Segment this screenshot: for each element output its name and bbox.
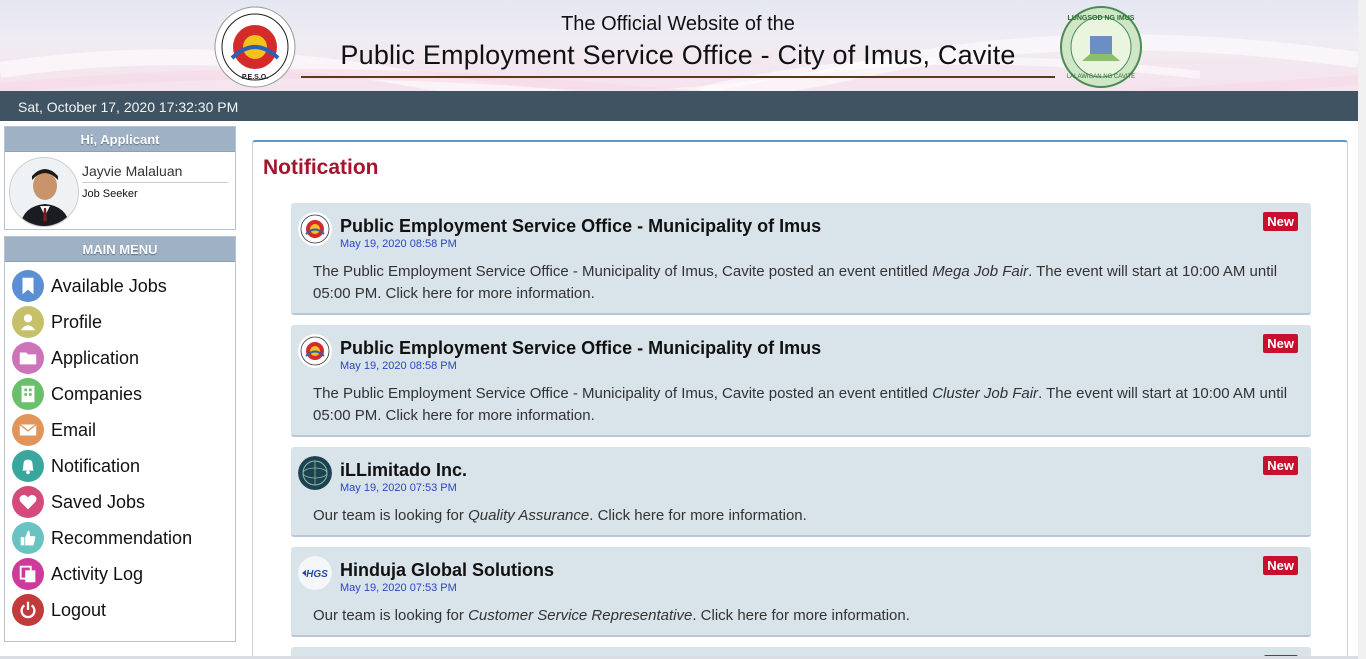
notification-message[interactable]: Our team is looking for Customer Service… <box>313 605 1303 627</box>
new-badge: New <box>1263 456 1298 475</box>
main-menu-panel: MAIN MENU Available Jobs Profile Applica… <box>4 236 236 642</box>
notification-date: May 19, 2020 07:53 PM <box>340 582 457 594</box>
notification-message[interactable]: The Public Employment Service Office - M… <box>313 261 1303 305</box>
main-menu-heading: MAIN MENU <box>5 237 235 262</box>
copy-icon <box>12 558 44 590</box>
new-badge: New <box>1263 212 1298 231</box>
datetime-bar: Sat, October 17, 2020 17:32:30 PM <box>0 91 1358 121</box>
thumbs-up-icon <box>12 522 44 554</box>
menu-item-label: Recommendation <box>51 527 193 548</box>
notification-sender: iLLimitado Inc. <box>340 460 468 480</box>
message-text: The Public Employment Service Office - M… <box>313 263 933 280</box>
user-panel: Hi, Applicant Jayvie Malaluan Job Seeker <box>4 126 236 230</box>
menu-item-activity-log[interactable]: Activity Log <box>5 556 235 592</box>
menu-item-label: Notification <box>51 455 141 476</box>
menu-item-profile[interactable]: Profile <box>5 304 235 340</box>
header-underline <box>301 76 1055 78</box>
menu-item-available-jobs[interactable]: Available Jobs <box>5 268 235 304</box>
job-title: Quality Assurance <box>468 507 590 524</box>
notification-date: May 19, 2020 07:53 PM <box>340 482 457 494</box>
menu-item-application[interactable]: Application <box>5 340 235 376</box>
page-title: Notification <box>263 156 379 179</box>
peso-seal-logo: P.E.S.O. <box>214 6 296 88</box>
illimitado-logo-icon <box>298 456 332 490</box>
notification-date: May 19, 2020 08:58 PM <box>340 238 457 250</box>
menu-item-label: Available Jobs <box>51 275 167 296</box>
menu-item-label: Email <box>51 419 97 440</box>
menu-item-label: Profile <box>51 311 103 332</box>
notification-item[interactable]: iLLimitado Inc. May 19, 2020 07:53 PM Ou… <box>291 447 1311 537</box>
event-title: Mega Job Fair <box>932 263 1029 280</box>
message-text: . Click here for more information. <box>589 507 807 524</box>
menu-item-label: Application <box>51 347 140 368</box>
lungsod-ng-imus-seal-logo: LUNGSOD NG IMUS LALAWIGAN NG CAVITE <box>1060 6 1142 88</box>
heart-icon <box>12 486 44 518</box>
peso-logo-icon <box>298 212 332 246</box>
menu-item-label: Activity Log <box>51 563 144 584</box>
notification-sender: Hinduja Global Solutions <box>340 560 554 580</box>
menu-item-companies[interactable]: Companies <box>5 376 235 412</box>
main-menu-list: Available Jobs Profile Application Compa… <box>5 262 235 628</box>
menu-item-label: Companies <box>51 383 143 404</box>
power-icon <box>12 594 44 626</box>
message-text: . Click here for more information. <box>692 607 910 624</box>
user-role: Job Seeker <box>82 188 138 200</box>
notification-item[interactable]: HGS Hinduja Global Solutions May 19, 202… <box>291 547 1311 637</box>
user-name: Jayvie Malaluan <box>82 163 228 183</box>
message-text: Our team is looking for <box>313 607 469 624</box>
folder-icon <box>12 342 44 374</box>
notification-item[interactable]: Public Employment Service Office - Munic… <box>291 325 1311 437</box>
avatar[interactable] <box>9 157 79 227</box>
notification-item[interactable]: Public Employment Service Office - Munic… <box>291 203 1311 315</box>
notification-panel: Notification Public Employment Service O… <box>252 140 1348 659</box>
peso-logo-icon <box>298 334 332 368</box>
bookmark-icon <box>12 270 44 302</box>
notification-date: May 19, 2020 08:58 PM <box>340 360 457 372</box>
menu-item-notification[interactable]: Notification <box>5 448 235 484</box>
svg-text:P.E.S.O.: P.E.S.O. <box>242 74 268 81</box>
job-title: Customer Service Representative <box>468 607 693 624</box>
site-header: P.E.S.O. The Official Website of the Pub… <box>0 0 1358 91</box>
header-subtitle: The Official Website of the <box>561 13 795 35</box>
hgs-logo-text: HGS <box>306 569 328 580</box>
current-datetime: Sat, October 17, 2020 17:32:30 PM <box>18 99 239 115</box>
hgs-logo-icon: HGS <box>298 556 332 590</box>
vertical-scrollbar[interactable] <box>1358 0 1366 659</box>
menu-item-saved-jobs[interactable]: Saved Jobs <box>5 484 235 520</box>
notification-message[interactable]: Our team is looking for Quality Assuranc… <box>313 505 1303 527</box>
notification-sender: Public Employment Service Office - Munic… <box>340 216 822 236</box>
menu-item-logout[interactable]: Logout <box>5 592 235 628</box>
new-badge: New <box>1263 334 1298 353</box>
menu-item-label: Saved Jobs <box>51 491 146 512</box>
notification-sender: Public Employment Service Office - Munic… <box>340 338 822 358</box>
svg-text:LALAWIGAN NG CAVITE: LALAWIGAN NG CAVITE <box>1067 74 1135 80</box>
envelope-icon <box>12 414 44 446</box>
message-text: The Public Employment Service Office - M… <box>313 385 933 402</box>
header-title: Public Employment Service Office - City … <box>340 40 1016 70</box>
menu-item-recommendation[interactable]: Recommendation <box>5 520 235 556</box>
notification-message[interactable]: The Public Employment Service Office - M… <box>313 383 1303 427</box>
building-icon <box>12 378 44 410</box>
user-icon <box>12 306 44 338</box>
svg-text:LUNGSOD NG IMUS: LUNGSOD NG IMUS <box>1068 15 1135 22</box>
menu-item-label: Logout <box>51 599 107 620</box>
user-panel-heading: Hi, Applicant <box>5 127 235 152</box>
bell-icon <box>12 450 44 482</box>
menu-item-email[interactable]: Email <box>5 412 235 448</box>
event-title: Cluster Job Fair <box>932 385 1039 402</box>
new-badge: New <box>1263 556 1298 575</box>
message-text: Our team is looking for <box>313 507 469 524</box>
